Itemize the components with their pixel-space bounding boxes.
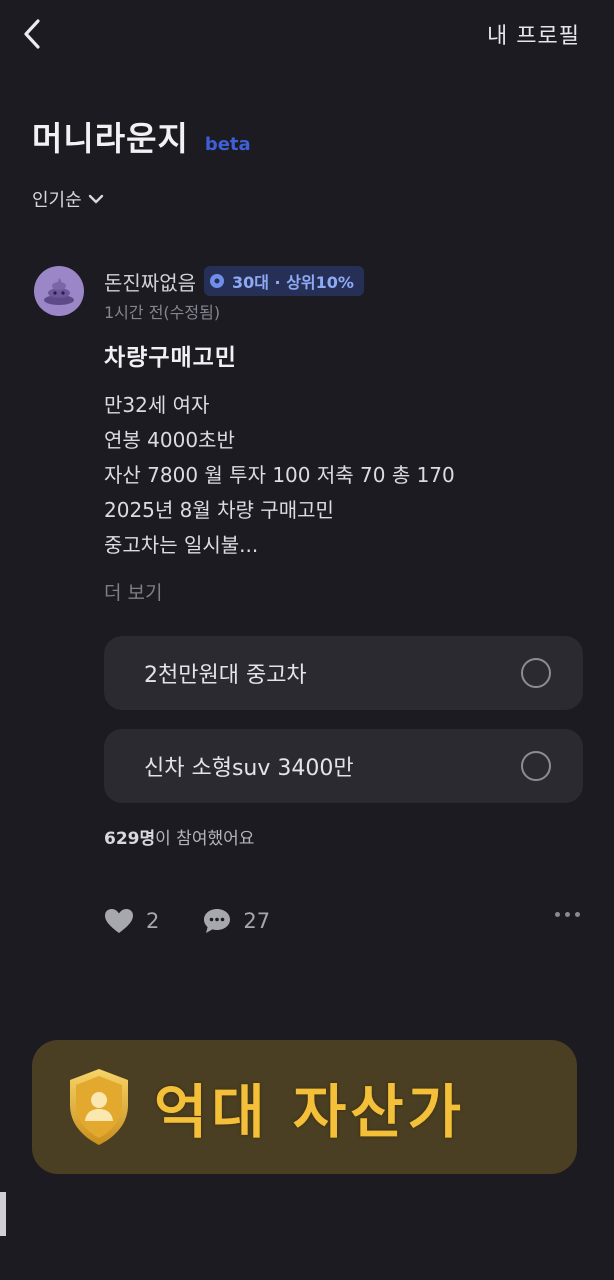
post-title: 차량구매고민 (104, 345, 237, 371)
screen: 내 프로필 머니라운지 beta 인기순 돈진짜없음 30대 · 상위10% 1… (0, 0, 614, 1280)
action-bar: 2 27 (104, 904, 580, 938)
heart-icon (105, 909, 133, 933)
chevron-left-icon (24, 19, 40, 49)
sort-dropdown[interactable]: 인기순 (32, 186, 104, 212)
participants-number: 629명 (104, 829, 156, 849)
tier-badge-label: 30대 · 상위10% (232, 273, 354, 292)
back-button[interactable] (14, 14, 50, 54)
banner-title: 억대 자산가 (154, 1078, 465, 1146)
title-row: 머니라운지 beta (32, 112, 251, 160)
sort-label: 인기순 (32, 190, 82, 211)
participants-count: 629명이 참여했어요 (104, 824, 254, 849)
radio-icon[interactable] (521, 658, 551, 688)
radio-icon[interactable] (521, 751, 551, 781)
poll-option-label: 신차 소형suv 3400만 (144, 756, 354, 781)
post-body-line: 연봉 4000초반 (104, 428, 235, 452)
edge-scroll-indicator (0, 1192, 6, 1236)
avatar[interactable] (34, 266, 84, 316)
like-count: 2 (146, 909, 160, 933)
post-body: 만32세 여자 연봉 4000초반 자산 7800 월 투자 100 저축 70… (104, 388, 455, 563)
post-body-line: 2025년 8월 차량 구매고민 (104, 498, 334, 522)
post-body-line: 중고차는 일시불... (104, 533, 259, 557)
author-name[interactable]: 돈진짜없음 (104, 267, 196, 296)
participants-suffix: 이 참여했어요 (155, 829, 255, 849)
comment-bubble-icon (204, 909, 231, 933)
poop-avatar-icon (44, 278, 74, 305)
beta-badge: beta (204, 134, 251, 155)
wealth-tier-banner: 억대 자산가 (32, 1040, 577, 1174)
read-more-link[interactable]: 더 보기 (104, 578, 162, 605)
chevron-down-icon (88, 194, 103, 204)
post-body-line: 자산 7800 월 투자 100 저축 70 총 170 (104, 463, 455, 487)
tier-badge-icon (210, 274, 224, 288)
shield-person-icon (70, 1069, 128, 1145)
poll-option-2[interactable]: 신차 소형suv 3400만 (104, 729, 583, 803)
more-options-icon[interactable] (555, 912, 580, 917)
my-profile-link[interactable]: 내 프로필 (487, 18, 580, 50)
post-body-line: 만32세 여자 (104, 393, 210, 417)
comment-button[interactable]: 27 (203, 908, 270, 934)
page-title: 머니라운지 (32, 119, 189, 158)
author-row: 돈진짜없음 30대 · 상위10% (104, 266, 364, 296)
poll-option-1[interactable]: 2천만원대 중고차 (104, 636, 583, 710)
post-time: 1시간 전(수정됨) (104, 303, 221, 322)
like-button[interactable]: 2 (104, 908, 159, 934)
poll-option-label: 2천만원대 중고차 (144, 663, 307, 688)
tier-badge: 30대 · 상위10% (204, 266, 364, 296)
comment-count: 27 (243, 909, 271, 933)
